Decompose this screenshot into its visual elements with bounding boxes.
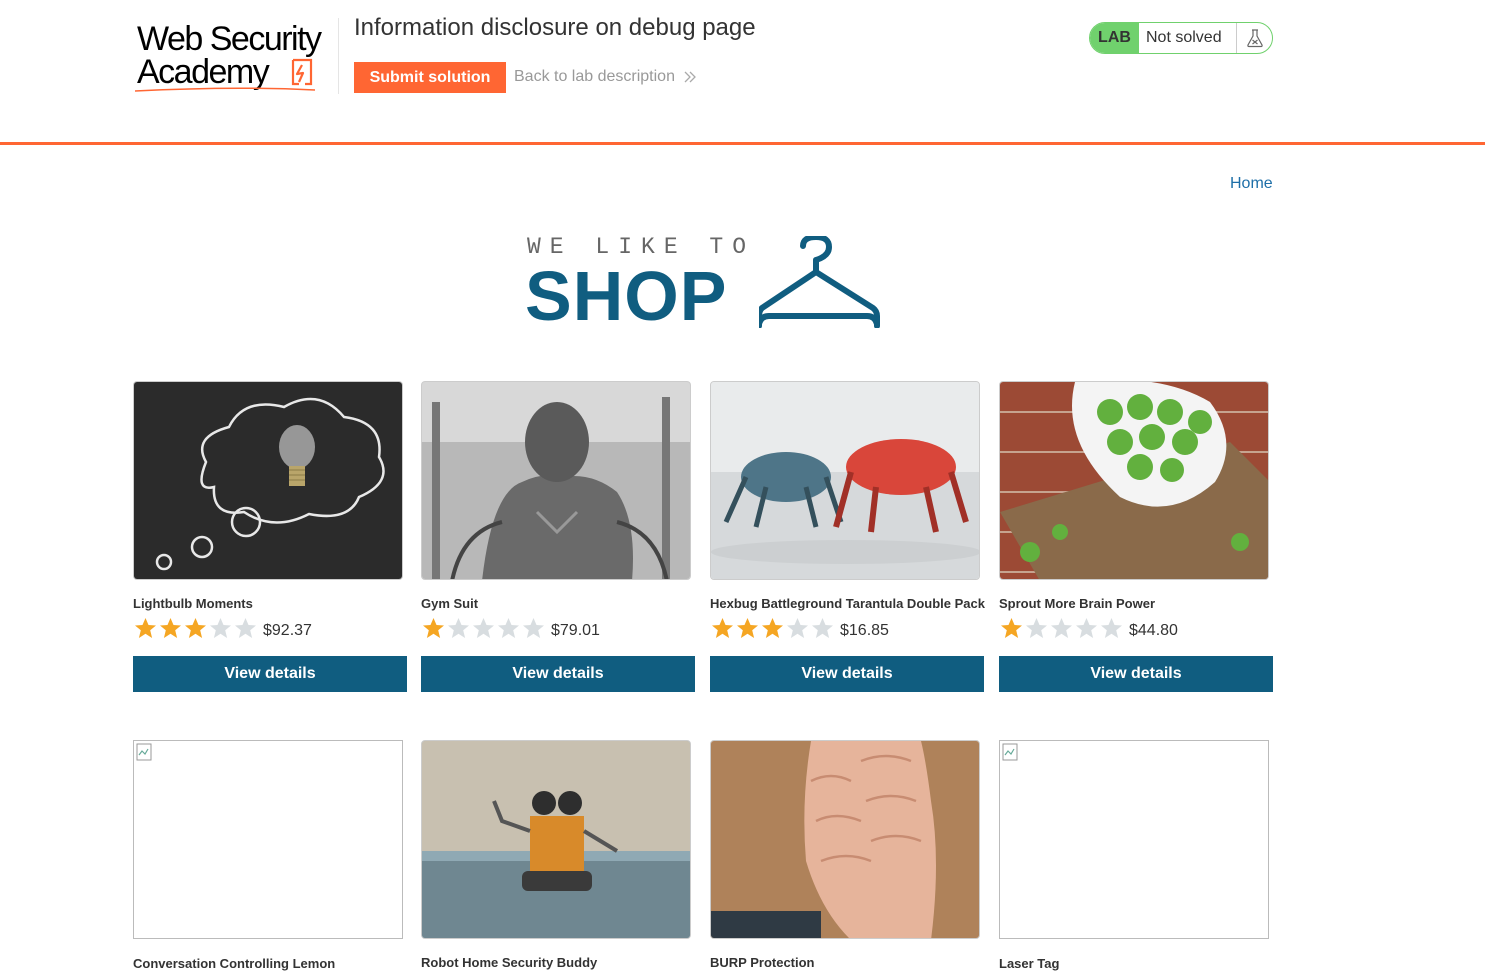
star-empty-icon — [473, 618, 494, 638]
back-link-label: Back to lab description — [514, 68, 675, 85]
star-empty-icon — [1051, 618, 1072, 638]
star-filled-icon — [737, 618, 758, 638]
product-image[interactable] — [710, 381, 980, 580]
product-rating: $79.01 — [421, 616, 600, 640]
product-name: BURP Protection — [710, 955, 815, 970]
rating-stars — [999, 617, 1124, 639]
star-empty-icon — [235, 618, 256, 638]
broken-image-icon — [136, 743, 152, 761]
lab-header: Web Security Academy Information disclos… — [0, 0, 1485, 145]
broken-image-icon — [1002, 743, 1018, 761]
star-filled-icon — [160, 618, 181, 638]
lab-tag: LAB — [1090, 23, 1139, 53]
product-image-broken[interactable] — [133, 740, 403, 939]
star-empty-icon — [1101, 618, 1122, 638]
product-image[interactable] — [133, 381, 403, 580]
star-empty-icon — [1026, 618, 1047, 638]
product-rating: $44.80 — [999, 616, 1178, 640]
star-filled-icon — [185, 618, 206, 638]
product-name: Conversation Controlling Lemon — [133, 956, 336, 971]
product-price: $16.85 — [840, 622, 889, 639]
web-security-academy-logo[interactable]: Web Security Academy — [135, 20, 335, 95]
view-details-button[interactable]: View details — [999, 656, 1273, 692]
product-price: $92.37 — [263, 622, 312, 639]
banner-shop-word: SHOP — [525, 257, 728, 335]
star-filled-icon — [1001, 618, 1022, 638]
product-name: Robot Home Security Buddy — [421, 955, 598, 970]
logo-swoosh — [135, 87, 316, 92]
logo-bolt-icon — [291, 58, 313, 86]
rating-stars — [133, 617, 258, 639]
product-name: Gym Suit — [421, 596, 479, 611]
product-name: Laser Tag — [999, 956, 1060, 971]
back-to-lab-description-link[interactable]: Back to lab description — [514, 68, 697, 86]
product-name: Lightbulb Moments — [133, 596, 253, 611]
lab-title: Information disclosure on debug page — [354, 14, 756, 41]
star-filled-icon — [135, 618, 156, 638]
product-image-broken[interactable] — [999, 740, 1269, 939]
view-details-button[interactable]: View details — [133, 656, 407, 692]
rating-stars — [710, 617, 835, 639]
home-link[interactable]: Home — [1230, 175, 1273, 193]
product-name: Hexbug Battleground Tarantula Double Pac… — [710, 596, 985, 611]
product-image[interactable] — [710, 740, 980, 939]
product-image[interactable] — [999, 381, 1269, 580]
product-rating: $16.85 — [710, 616, 889, 640]
product-rating: $92.37 — [133, 616, 312, 640]
star-empty-icon — [812, 618, 833, 638]
star-empty-icon — [448, 618, 469, 638]
lab-status-text: Not solved — [1146, 29, 1222, 46]
product-price: $79.01 — [551, 622, 600, 639]
star-empty-icon — [787, 618, 808, 638]
star-filled-icon — [762, 618, 783, 638]
star-empty-icon — [1076, 618, 1097, 638]
flask-icon — [1236, 23, 1272, 53]
rating-stars — [421, 617, 546, 639]
double-chevron-right-icon — [684, 71, 696, 83]
view-details-button[interactable]: View details — [421, 656, 695, 692]
star-filled-icon — [712, 618, 733, 638]
product-image[interactable] — [421, 740, 691, 939]
product-price: $44.80 — [1129, 622, 1178, 639]
product-image[interactable] — [421, 381, 691, 580]
submit-solution-button[interactable]: Submit solution — [354, 62, 506, 93]
product-name: Sprout More Brain Power — [999, 596, 1156, 611]
star-empty-icon — [498, 618, 519, 638]
star-empty-icon — [523, 618, 544, 638]
star-filled-icon — [423, 618, 444, 638]
header-divider — [338, 18, 339, 94]
view-details-button[interactable]: View details — [710, 656, 984, 692]
lab-status-widget: LAB Not solved — [1089, 22, 1273, 54]
hanger-icon — [759, 236, 880, 328]
shop-banner: WE LIKE TO SHOP — [525, 232, 887, 335]
star-empty-icon — [210, 618, 231, 638]
